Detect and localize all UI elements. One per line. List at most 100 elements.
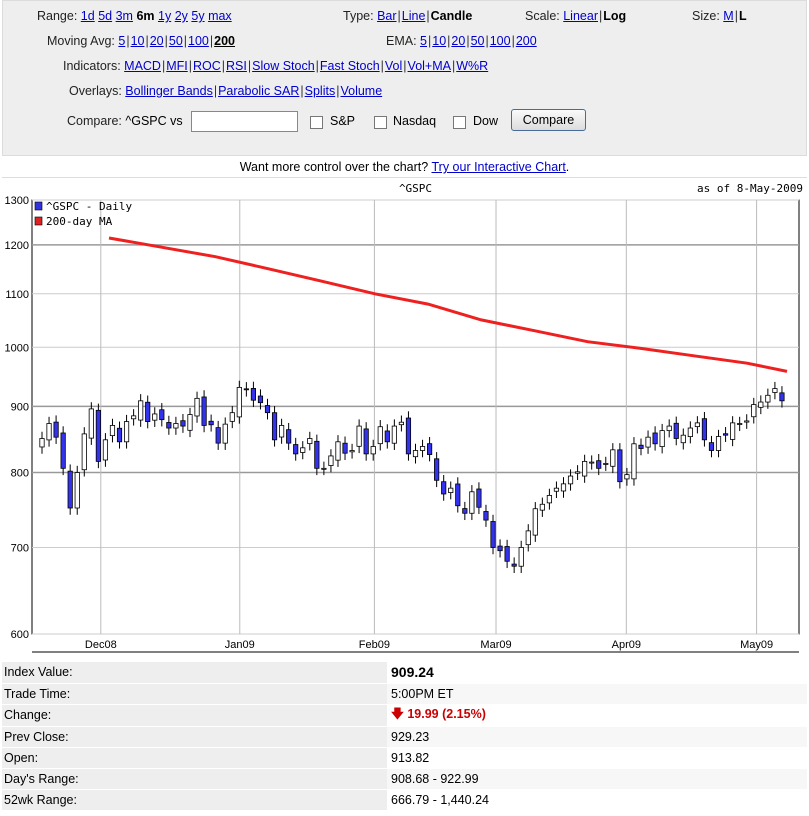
candle-body [109, 425, 116, 437]
candle-body [708, 442, 715, 451]
candle-body [610, 449, 616, 467]
range-2y[interactable]: 2y [175, 9, 188, 23]
candle-body [356, 425, 362, 447]
range-1y[interactable]: 1y [158, 9, 171, 23]
candle-body [314, 440, 320, 469]
ema-50[interactable]: 50 [471, 34, 485, 48]
ema-100[interactable]: 100 [490, 34, 511, 48]
trade-time: 5:00PM ET [387, 683, 807, 705]
candle-body [546, 495, 552, 504]
ema-20[interactable]: 20 [451, 34, 465, 48]
candle-body [525, 530, 531, 546]
candle-body [497, 545, 503, 552]
candle-body [173, 423, 179, 429]
candle-body [532, 508, 538, 536]
ov-splits[interactable]: Splits [305, 84, 336, 98]
ind-slow-stoch[interactable]: Slow Stoch [252, 59, 315, 73]
nasdaq-checkbox[interactable] [374, 116, 387, 129]
candle-body [46, 423, 52, 441]
ind-rsi[interactable]: RSI [226, 59, 247, 73]
ema-10[interactable]: 10 [432, 34, 446, 48]
ind-roc[interactable]: ROC [193, 59, 221, 73]
ma-100[interactable]: 100 [188, 34, 209, 48]
candle-body [659, 430, 665, 448]
info-label: Open: [2, 747, 387, 769]
candle-body [687, 427, 693, 438]
table-row: Index Value: 909.24 [2, 662, 807, 684]
type-line[interactable]: Line [402, 9, 426, 23]
range-6m[interactable]: 6m [136, 9, 154, 23]
y-tick-label: 1200 [5, 240, 29, 252]
legend-swatch [34, 216, 43, 226]
source-url: http://finance.yahoo.com/ [639, 656, 805, 658]
candle-body [645, 436, 651, 448]
dow-checkbox[interactable] [453, 116, 466, 129]
ov-volume[interactable]: Volume [340, 84, 382, 98]
x-tick-label: Feb09 [359, 639, 390, 651]
x-tick-label: May09 [740, 639, 773, 651]
x-tick-label: Mar09 [480, 639, 511, 651]
ema-5[interactable]: 5 [420, 34, 427, 48]
ma-50[interactable]: 50 [169, 34, 183, 48]
ema-200[interactable]: 200 [516, 34, 537, 48]
ma-20[interactable]: 20 [150, 34, 164, 48]
type-bar[interactable]: Bar [377, 9, 396, 23]
indicators-label: Indicators: [63, 59, 121, 73]
type-candle[interactable]: Candle [431, 9, 473, 23]
candle-body [560, 483, 567, 492]
range-5y[interactable]: 5y [191, 9, 204, 23]
candle-body [194, 397, 200, 417]
candle-body [321, 467, 327, 470]
table-row: Trade Time: 5:00PM ET [2, 683, 807, 705]
range-5d[interactable]: 5d [98, 9, 112, 23]
candle-body [74, 472, 80, 509]
candle-body [680, 434, 686, 444]
ov-bollinger[interactable]: Bollinger Bands [125, 84, 213, 98]
candle-body [159, 409, 165, 421]
ind-vol-ma[interactable]: Vol+MA [408, 59, 451, 73]
candle-body [582, 461, 588, 477]
info-label: Prev Close: [2, 726, 387, 748]
candle-body [596, 460, 602, 469]
open-value: 913.82 [387, 747, 807, 769]
table-row: Prev Close: 929.23 [2, 726, 807, 748]
compare-button[interactable]: Compare [511, 109, 586, 131]
candle-body [229, 412, 235, 422]
interactive-chart-link[interactable]: Try our Interactive Chart [431, 160, 565, 174]
range-max[interactable]: max [208, 9, 232, 23]
ind-fast-stoch[interactable]: Fast Stoch [320, 59, 380, 73]
candle-body [377, 426, 383, 445]
candle-body [67, 470, 73, 509]
ind-macd[interactable]: MACD [124, 59, 161, 73]
table-row: Day's Range: 908.68 - 922.99 [2, 768, 807, 790]
size-l[interactable]: L [739, 9, 747, 23]
ind-mfi[interactable]: MFI [166, 59, 188, 73]
candle-body [518, 547, 524, 567]
candle-body [666, 425, 672, 432]
copyright-text: Copyright 2009 Yahoo! Inc. [4, 656, 176, 658]
candle-body [208, 420, 214, 426]
candle-body [462, 508, 468, 514]
candle-body [589, 461, 595, 464]
range-1d[interactable]: 1d [81, 9, 95, 23]
candle-body [469, 491, 475, 514]
candle-body [138, 400, 144, 421]
scale-log[interactable]: Log [603, 9, 626, 23]
candle-body [250, 388, 256, 401]
ma-200[interactable]: 200 [214, 34, 235, 48]
candle-body [187, 414, 193, 431]
size-m[interactable]: M [723, 9, 733, 23]
info-label: Trade Time: [2, 683, 387, 705]
sp-checkbox[interactable] [310, 116, 323, 129]
days-range: 908.68 - 922.99 [387, 768, 807, 790]
compare-row: Compare: ^GSPC vs [67, 112, 183, 130]
dow-checkbox-label: Dow [473, 114, 499, 128]
scale-linear[interactable]: Linear [563, 9, 598, 23]
compare-input[interactable] [191, 111, 298, 132]
ma-10[interactable]: 10 [131, 34, 145, 48]
ind-wr[interactable]: W%R [456, 59, 488, 73]
ov-parabolic-sar[interactable]: Parabolic SAR [218, 84, 299, 98]
range-3m[interactable]: 3m [116, 9, 133, 23]
candle-body [737, 423, 743, 425]
ind-vol[interactable]: Vol [385, 59, 402, 73]
